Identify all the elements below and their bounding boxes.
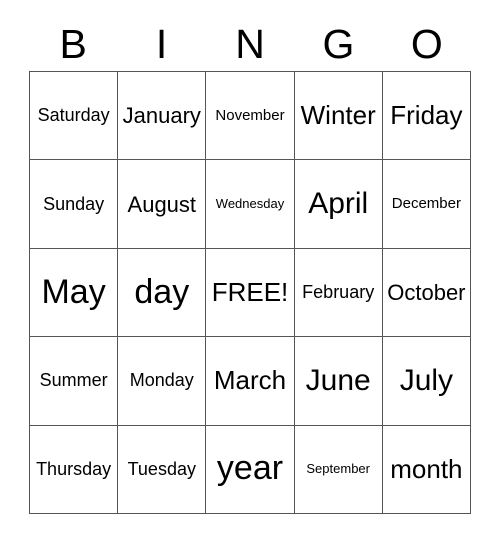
bingo-cell[interactable]: December [382,160,471,249]
bingo-cell-label: May [41,272,106,311]
bingo-cell-label: month [390,453,463,484]
bingo-cell[interactable]: Summer [30,337,119,426]
bingo-cell-label: January [122,103,201,129]
bingo-cell-label: Summer [39,370,108,391]
bingo-cell-label: March [213,365,287,396]
bingo-cell-label: Sunday [43,193,105,214]
bingo-cell-label: November [215,106,285,124]
bingo-cell-label: day [134,272,190,311]
bingo-cell-label: July [399,364,454,398]
bingo-grid: Saturday January November Winter Friday … [29,71,471,514]
bingo-header-letter-o: O [410,21,443,67]
bingo-cell[interactable]: month [382,425,471,514]
bingo-cell[interactable]: Monday [118,337,207,426]
bingo-cell[interactable]: day [118,248,207,338]
bingo-cell-label: Tuesday [127,458,196,479]
bingo-cell-label: year [216,449,284,488]
bingo-card: B I N G O Saturday January November Wint… [0,0,500,544]
bingo-header-letter-i: I [155,21,168,67]
bingo-cell[interactable]: Friday [382,72,471,161]
bingo-cell-label: Thursday [36,458,112,479]
bingo-cell-label: June [305,364,371,398]
bingo-cell-label: December [391,195,461,213]
bingo-cell[interactable]: Tuesday [118,425,207,514]
bingo-cell-label: Monday [129,370,194,391]
bingo-header-letter-g: G [322,21,355,67]
bingo-cell[interactable]: June [294,337,383,426]
bingo-cell-label: April [308,187,369,221]
bingo-header-row: B I N G O [29,18,471,71]
bingo-cell[interactable]: May [30,248,119,338]
bingo-cell[interactable]: February [294,248,383,338]
bingo-cell[interactable]: October [382,248,471,338]
bingo-free-label: FREE! [211,276,289,307]
bingo-cell[interactable]: Winter [294,72,383,161]
bingo-cell[interactable]: March [206,337,295,426]
bingo-cell[interactable]: Sunday [30,160,119,249]
bingo-cell[interactable]: January [118,72,207,161]
bingo-cell-label: September [306,461,370,477]
bingo-cell-label: Saturday [37,105,110,126]
bingo-cell-label: Friday [390,100,463,131]
bingo-cell[interactable]: July [382,337,471,426]
bingo-header-letter-b: B [59,21,87,67]
bingo-cell[interactable]: August [118,160,207,249]
bingo-cell[interactable]: year [206,425,295,514]
bingo-cell[interactable]: September [294,425,383,514]
bingo-cell-label: October [387,279,466,305]
bingo-cell[interactable]: November [206,72,295,161]
bingo-cell[interactable]: Wednesday [206,160,295,249]
bingo-cell[interactable]: Saturday [30,72,119,161]
bingo-cell-label: Wednesday [215,196,285,212]
bingo-cell-label: Winter [300,100,376,131]
bingo-cell[interactable]: Thursday [30,425,119,514]
bingo-free-cell[interactable]: FREE! [206,248,295,338]
bingo-cell[interactable]: April [294,160,383,249]
bingo-cell-label: February [302,282,375,303]
bingo-header-letter-n: N [235,21,265,67]
bingo-cell-label: August [127,191,197,217]
